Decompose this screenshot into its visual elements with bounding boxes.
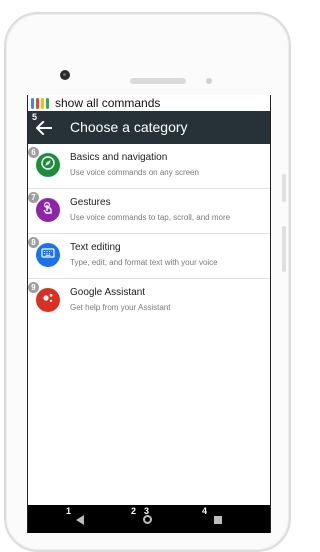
- compass-icon: [41, 155, 55, 175]
- category-subtitle: Get help from your Assistant: [70, 303, 171, 312]
- keyboard-icon: [41, 246, 55, 264]
- earpiece-speaker: [130, 78, 186, 84]
- category-title: Basics and navigation: [70, 152, 168, 163]
- volume-button: [282, 226, 286, 272]
- category-list: 6 Basics and navigation Use voice comman…: [28, 144, 270, 323]
- voice-access-command-bar: show all commands: [28, 95, 270, 112]
- category-subtitle: Use voice commands on any screen: [70, 168, 199, 177]
- phone-screen: show all commands 5 Choose a category 6 …: [27, 95, 271, 533]
- logo-bar-yellow: [41, 97, 44, 109]
- proximity-sensor: [206, 78, 212, 84]
- logo-bar-green: [46, 97, 49, 109]
- voice-label-number: 7: [28, 192, 39, 203]
- back-arrow-icon[interactable]: [35, 120, 52, 136]
- voice-label-number: 8: [28, 237, 39, 248]
- category-icon-circle: [36, 153, 60, 177]
- category-google-assistant[interactable]: 9 Google Assistant Get help from your As…: [28, 279, 270, 323]
- voice-label-number: 9: [28, 282, 39, 293]
- category-icon-circle: [36, 198, 60, 222]
- voice-access-logo-icon: [31, 97, 49, 109]
- nav-home-icon[interactable]: [143, 515, 152, 524]
- assistant-icon: [41, 291, 55, 310]
- app-bar: 5 Choose a category: [28, 111, 270, 144]
- voice-label-number: 2: [131, 506, 137, 516]
- page-title: Choose a category: [70, 119, 188, 135]
- nav-recents-icon[interactable]: [214, 516, 222, 524]
- category-title: Gestures: [70, 197, 111, 208]
- front-camera: [60, 70, 70, 80]
- category-basics-navigation[interactable]: 6 Basics and navigation Use voice comman…: [28, 144, 270, 189]
- voice-label-number: 4: [202, 506, 208, 516]
- power-button: [282, 174, 286, 202]
- system-navigation-bar: 1 2 3 4: [28, 505, 270, 533]
- logo-bar-red: [36, 97, 39, 109]
- category-subtitle: Use voice commands to tap, scroll, and m…: [70, 213, 231, 222]
- voice-label-number: 6: [28, 147, 39, 158]
- touch-icon: [41, 201, 55, 220]
- category-icon-circle: [36, 288, 60, 312]
- command-text: show all commands: [55, 96, 161, 110]
- logo-bar-blue: [31, 97, 34, 109]
- category-gestures[interactable]: 7 Gestures Use voice commands to tap, sc…: [28, 189, 270, 234]
- category-title: Google Assistant: [70, 287, 146, 298]
- voice-label-number: 1: [66, 506, 72, 516]
- category-title: Text editing: [70, 242, 121, 253]
- category-subtitle: Type, edit, and format text with your vo…: [70, 258, 218, 267]
- nav-back-icon[interactable]: [76, 515, 84, 525]
- category-icon-circle: [36, 243, 60, 267]
- category-text-editing[interactable]: 8 Text editing Type, edit, and format te…: [28, 234, 270, 279]
